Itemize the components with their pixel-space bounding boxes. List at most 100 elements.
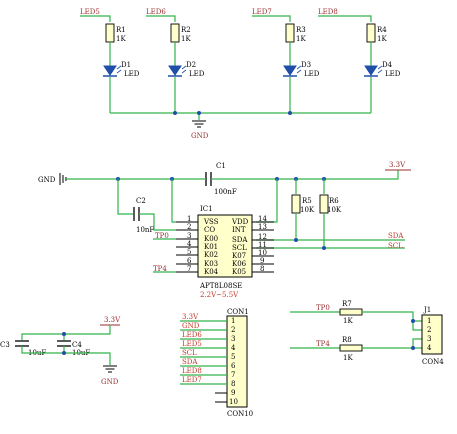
ic1-pin-num: 2 — [187, 223, 191, 231]
r8-value: 1K — [343, 354, 353, 362]
led-gnd-label: GND — [191, 132, 209, 140]
con1-ref: CON1 — [227, 308, 249, 316]
wire-led7 — [252, 15, 291, 22]
junction-dot — [173, 111, 177, 115]
wire-led5 — [80, 15, 111, 22]
con1-pin-num: 4 — [231, 344, 236, 352]
wire-c2-left — [117, 179, 133, 215]
ic1-pin-num: 1 — [187, 215, 191, 223]
r1-ref: R1 — [116, 26, 126, 34]
ic1-ref: IC1 — [200, 205, 213, 213]
ic1-voltage-range: 2.2V~5.5V — [200, 291, 239, 299]
j1-part: CON4 — [422, 358, 444, 366]
caps-gnd-label: GND — [101, 378, 119, 386]
wire-vss — [171, 179, 176, 223]
ic1-pin-num: 9 — [260, 257, 264, 265]
c4-ref: C4 — [72, 341, 82, 349]
ic1-pin-name: INT — [232, 226, 246, 234]
c1-ref: C1 — [216, 162, 226, 170]
junction-dot — [62, 351, 66, 355]
ic1-part-number: APT8L08SE — [199, 282, 242, 290]
ic1-pin-num: 8 — [260, 265, 264, 273]
j1-ref: J1 — [423, 306, 431, 314]
wire-caps-top — [21, 325, 111, 340]
j1-tp0-label: TP0 — [316, 304, 330, 312]
r2-value: 1K — [181, 35, 191, 43]
resistor-r2 — [170, 23, 180, 43]
junction-dot — [62, 332, 66, 336]
ic1-pin-num: 3 — [187, 232, 191, 240]
r4-value: 1K — [377, 35, 387, 43]
junction-dot — [411, 346, 415, 350]
led-d2-icon — [168, 65, 187, 77]
con1-pin-num: 3 — [231, 335, 235, 343]
j1-tp4-label: TP4 — [316, 340, 330, 348]
r3-ref: R3 — [296, 26, 306, 34]
d3-ref: D3 — [301, 61, 311, 69]
net-label-led7: LED7 — [252, 8, 272, 16]
r5-value: 10K — [300, 206, 315, 214]
con1-signal: LED8 — [182, 367, 202, 375]
con1-pin-num: 2 — [231, 326, 235, 334]
wire-led6 — [146, 15, 176, 22]
caps-section: 3.3V C3 10uF C4 10uF GND — [0, 316, 121, 386]
junction-dot — [411, 319, 415, 323]
led-d1-icon — [103, 65, 122, 77]
resistor-r1 — [105, 23, 115, 43]
con1-pin-num: 6 — [231, 362, 236, 370]
r1-value: 1K — [116, 35, 126, 43]
resistor-r3 — [285, 23, 295, 43]
ic1-pin-name: K06 — [232, 260, 247, 268]
ic1-pin-num: 10 — [258, 249, 267, 257]
r5-ref: R5 — [302, 197, 312, 205]
ic1-pin-num: 4 — [187, 240, 192, 248]
junction-dot — [294, 238, 298, 242]
r2-ref: R2 — [181, 26, 191, 34]
con1-part: CON10 — [227, 410, 253, 418]
ic1-pin-num: 6 — [187, 257, 192, 265]
ic-tp4-label: TP4 — [153, 265, 167, 273]
resistor-r7 — [339, 308, 363, 316]
j1-pin-num: 4 — [427, 344, 432, 352]
c1-value: 100nF — [214, 188, 237, 196]
j1-body — [421, 314, 443, 355]
d1-value: LED — [124, 70, 140, 78]
j1-pin-num: 3 — [427, 335, 431, 343]
ic-tp0-label: TP0 — [155, 232, 169, 240]
ic-gnd-label: GND — [38, 176, 56, 184]
ic1-pin-name: K05 — [232, 268, 246, 276]
con1-signal: GND — [182, 322, 200, 330]
ic1-pin-num: 12 — [258, 233, 267, 241]
con1-signal: LED5 — [182, 340, 202, 348]
r4-ref: R4 — [377, 26, 387, 34]
caps-vcc-label: 3.3V — [104, 316, 121, 324]
schematic-svg: LED5 LED6 LED7 LED8 R1 1K R2 1K R3 1K R4… — [0, 8, 444, 418]
con1-signal: SDA — [182, 358, 198, 366]
led-d3-icon — [283, 65, 302, 77]
ic1-pin-name: SDA — [232, 236, 248, 244]
junction-dot — [197, 111, 201, 115]
c2-ref: C2 — [136, 197, 146, 205]
ground-icon — [59, 173, 67, 185]
ic1-pin-num: 11 — [258, 241, 267, 249]
schematic-canvas: LED5 LED6 LED7 LED8 R1 1K R2 1K R3 1K R4… — [0, 0, 457, 429]
ic-section: GND C1 100nF 3.3V C2 10nF R5 10K R6 10K … — [38, 161, 411, 299]
con1-signal: LED6 — [182, 331, 202, 339]
con1-pin-num: 7 — [231, 371, 235, 379]
junction-dot — [322, 246, 326, 250]
r8-ref: R8 — [342, 336, 352, 344]
led-section: LED5 LED6 LED7 LED8 R1 1K R2 1K R3 1K R4… — [80, 8, 401, 140]
j1-pin-num: 2 — [427, 326, 431, 334]
ic1-pin-name: K07 — [232, 252, 246, 260]
ground-icon — [192, 120, 206, 128]
con1-signal: LED7 — [182, 376, 202, 384]
d4-value: LED — [385, 70, 401, 78]
wire-vcc-rail — [227, 170, 399, 180]
j1-section: TP0 R7 1K TP4 R8 1K J1 1 2 3 4 CON4 — [290, 300, 444, 366]
wire-led8 — [318, 15, 372, 22]
resistor-r8 — [339, 344, 363, 352]
ic1-pin-num: 5 — [187, 248, 191, 256]
net-label-led5: LED5 — [80, 8, 100, 16]
c3-ref: C3 — [0, 341, 10, 349]
con1-section: CON1 3.3V GND LED6 LED5 SCL SDA LED8 LED… — [180, 308, 253, 418]
